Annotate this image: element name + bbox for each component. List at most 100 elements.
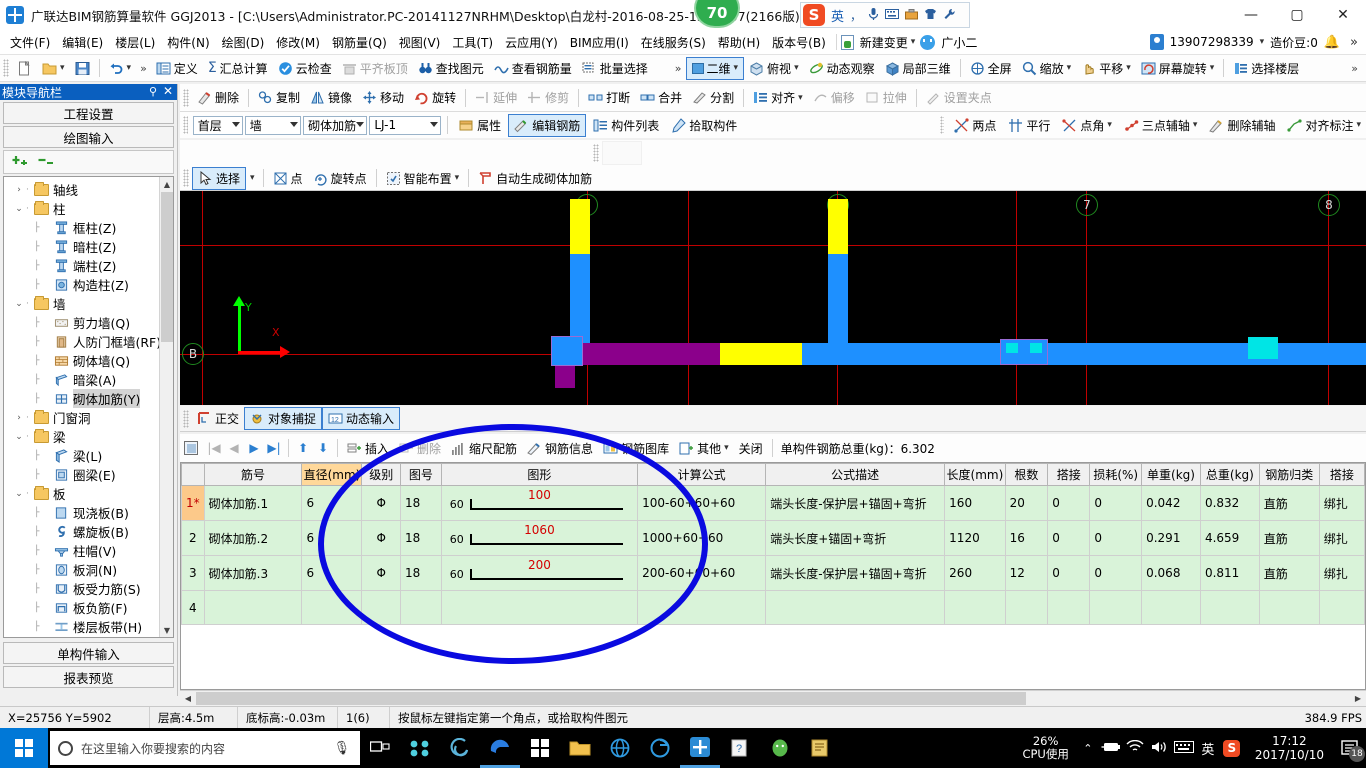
cell-pic-no[interactable]: 18: [399, 520, 442, 556]
cell-length[interactable]: 1120: [944, 520, 1006, 556]
cell-grade[interactable]: Φ: [361, 485, 401, 521]
tab-report-preview[interactable]: 报表预览: [3, 666, 174, 688]
toolbar-overflow-2-icon[interactable]: »: [671, 62, 686, 75]
cell-grade[interactable]: Φ: [361, 520, 401, 556]
tree-node[interactable]: ⌄ · 板: [6, 484, 173, 503]
skin-icon[interactable]: [924, 8, 937, 23]
split-button[interactable]: 分割: [687, 87, 739, 108]
edge-icon[interactable]: [480, 728, 520, 768]
batch-select-button[interactable]: 批量选择: [577, 58, 653, 79]
rotate-button[interactable]: 旋转: [409, 87, 461, 108]
cell-grade[interactable]: Φ: [361, 555, 401, 591]
view-rebar-qty-button[interactable]: 查看钢筋量: [489, 58, 577, 79]
menu-version[interactable]: 版本号(B): [766, 31, 832, 54]
three-point-axis-button[interactable]: 三点辅轴 ▾: [1119, 115, 1203, 136]
point-tool-button[interactable]: 点: [268, 168, 308, 189]
cell-formula[interactable]: 200-60+60+60: [637, 555, 767, 591]
cell-length[interactable]: 260: [944, 555, 1006, 591]
cell-loss[interactable]: 0: [1089, 555, 1143, 591]
microphone-icon[interactable]: 🎙: [333, 741, 350, 756]
minimize-button[interactable]: —: [1228, 0, 1274, 30]
tray-expand-icon[interactable]: ⌃: [1077, 742, 1099, 755]
scroll-up-arrow-icon[interactable]: ▲: [160, 177, 173, 191]
select-floor-button[interactable]: 选择楼层: [1228, 58, 1304, 79]
toolbox-icon[interactable]: [905, 8, 919, 23]
first-record-button[interactable]: |◀: [204, 439, 224, 457]
tree-node[interactable]: ├ 圈梁(E): [6, 465, 173, 484]
open-file-button[interactable]: ▾: [37, 59, 70, 78]
cell-diameter[interactable]: [301, 590, 363, 625]
select-tool-button[interactable]: 选择: [192, 166, 247, 190]
cell-rebar-name[interactable]: 砌体加筋.2: [203, 520, 303, 556]
cell-shape[interactable]: 60 100: [440, 485, 639, 521]
dynamic-orbit-button[interactable]: 动态观察: [804, 58, 880, 79]
toolbar-overflow-1-icon[interactable]: »: [136, 62, 151, 75]
prev-record-button[interactable]: ◀: [224, 439, 244, 457]
chevron-down-icon[interactable]: ⌄: [12, 204, 26, 214]
menu-new-change[interactable]: 新建变更: [854, 31, 914, 54]
close-rebar-panel-button[interactable]: 关闭: [734, 438, 768, 459]
cell-diameter[interactable]: 6: [301, 555, 363, 591]
cell-length[interactable]: [944, 590, 1006, 625]
tree-vertical-scrollbar[interactable]: ▲ ▼: [159, 177, 173, 637]
keyboard-icon[interactable]: [885, 8, 900, 22]
tree-node[interactable]: ├ 构造柱(Z): [6, 275, 173, 294]
floor-combo[interactable]: 首层: [192, 115, 243, 135]
scroll-left-arrow-icon[interactable]: ◀: [180, 691, 196, 706]
column-header-4[interactable]: 图形: [440, 463, 639, 486]
cell-description[interactable]: [765, 590, 946, 625]
tree-node[interactable]: ├ 人防门框墙(RF): [6, 332, 173, 351]
cell-lap[interactable]: [1047, 590, 1091, 625]
rebar-library-button[interactable]: 钢筋图库: [598, 438, 674, 459]
menu-file[interactable]: 文件(F): [4, 31, 56, 54]
app-cyan-icon[interactable]: [400, 728, 440, 768]
cloud-check-button[interactable]: 云检查: [273, 58, 337, 79]
category-combo[interactable]: 墙: [244, 115, 302, 135]
menu-user-name[interactable]: 广小二: [935, 31, 983, 54]
tree-node[interactable]: ├ 楼层板带(H): [6, 617, 173, 636]
next-record-button[interactable]: ▶: [244, 439, 264, 457]
taskbar-clock[interactable]: 17:12 2017/10/10: [1245, 734, 1334, 762]
save-file-button[interactable]: [70, 59, 95, 78]
dynamic-input-toggle[interactable]: 12 动态输入: [322, 407, 401, 430]
set-grip-button[interactable]: 设置夹点: [921, 87, 997, 108]
explorer-icon[interactable]: [560, 728, 600, 768]
delete-axis-button[interactable]: 删除辅轴: [1204, 115, 1280, 136]
sogou-tray-icon[interactable]: S: [1219, 739, 1245, 757]
account-phone[interactable]: 13907298339: [1170, 35, 1254, 49]
find-element-button[interactable]: 查找图元: [413, 58, 489, 79]
property-toolbar-grip[interactable]: [183, 116, 188, 134]
cell-rebar-name[interactable]: [203, 590, 303, 625]
merge-button[interactable]: 合并: [635, 87, 687, 108]
task-view-button[interactable]: [360, 728, 400, 768]
row-header[interactable]: 3: [181, 555, 205, 591]
local-3d-button[interactable]: 局部三维: [880, 58, 956, 79]
cell-rebar-name[interactable]: 砌体加筋.3: [203, 555, 303, 591]
extend-button[interactable]: 延伸: [470, 87, 522, 108]
column-header-5[interactable]: 计算公式: [637, 463, 767, 486]
tab-draw-input[interactable]: 绘图输入: [3, 126, 174, 148]
parallel-axis-button[interactable]: 平行: [1003, 115, 1055, 136]
table-row[interactable]: 4: [181, 590, 1365, 625]
column-header-1[interactable]: 直径(mm): [301, 463, 363, 486]
ggj-app-icon[interactable]: [680, 728, 720, 768]
cell-total-weight[interactable]: 4.659: [1199, 520, 1260, 556]
column-header-9[interactable]: 搭接: [1047, 463, 1091, 486]
column-header-8[interactable]: 根数: [1004, 463, 1049, 486]
edit-rebar-button[interactable]: 编辑钢筋: [508, 113, 587, 137]
cell-description[interactable]: 端头长度-保护层+锚固+弯折: [765, 485, 946, 521]
menu-component[interactable]: 构件(N): [161, 31, 215, 54]
move-button[interactable]: 移动: [357, 87, 409, 108]
tree-node[interactable]: ├ 框柱(Z): [6, 218, 173, 237]
draw-toolbar-grip[interactable]: [183, 169, 189, 187]
tree-node[interactable]: ├ 暗柱(Z): [6, 237, 173, 256]
chevron-down-icon[interactable]: ⌄: [12, 432, 26, 442]
menu-modify[interactable]: 修改(M): [270, 31, 326, 54]
cell-unit-weight[interactable]: 0.291: [1141, 520, 1201, 556]
grid-horizontal-scrollbar[interactable]: ◀ ▶: [180, 690, 1366, 706]
cell-diameter[interactable]: 6: [301, 485, 363, 521]
keyboard-tray-icon[interactable]: [1171, 740, 1197, 756]
component-list-button[interactable]: 构件列表: [588, 115, 664, 136]
menu-edit[interactable]: 编辑(E): [56, 31, 109, 54]
ime-floating-bar[interactable]: S 英 ，: [800, 2, 970, 28]
